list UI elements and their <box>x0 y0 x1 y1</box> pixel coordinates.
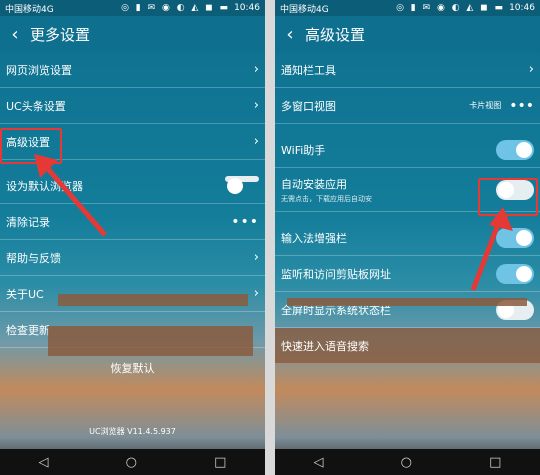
more-dots-icon: ••• <box>509 97 534 114</box>
row-label: 多窗口视图 <box>281 99 336 113</box>
right-phone-screen: 中国移动4G ◎ ▮ ✉ ◉ ◐ ◭ ◼ ▬ 10:46 ‹ 高级设置 通知栏工… <box>275 0 540 475</box>
red-arrow-icon <box>470 207 513 291</box>
settings-row-notification-tools[interactable]: 通知栏工具 › <box>275 52 540 88</box>
header: ‹ 更多设置 <box>0 16 265 52</box>
settings-row-web[interactable]: 网页浏览设置 › <box>0 52 265 88</box>
row-label: 监听和访问剪贴板网址 <box>281 267 391 281</box>
red-arrow-icon <box>34 154 107 237</box>
row-label: 自动安装应用 <box>281 177 347 191</box>
status-bar: 中国移动4G ◎ ▮ ✉ ◉ ◐ ◭ ◼ ▬ 10:46 <box>275 0 540 16</box>
back-arrow-icon[interactable]: ‹ <box>275 24 305 45</box>
version-label: UC浏览器 V11.4.5.937 <box>89 427 176 436</box>
back-nav-icon[interactable]: ◁ <box>314 455 324 470</box>
redaction-bar <box>48 326 253 356</box>
settings-row-wifi-assistant[interactable]: WiFi助手 <box>275 132 540 168</box>
more-dots-icon: ••• <box>231 213 259 230</box>
status-bar: 中国移动4G ◎ ▮ ✉ ◉ ◐ ◭ ◼ ▬ 10:46 <box>0 0 265 16</box>
home-nav-icon[interactable]: ○ <box>401 455 412 470</box>
row-label: 网页浏览设置 <box>6 63 72 77</box>
status-icons: ◎ ▮ ✉ ◉ ◐ ◭ ◼ ▬ <box>121 3 231 13</box>
row-label: UC头条设置 <box>6 99 66 113</box>
chevron-right-icon: › <box>253 62 259 77</box>
chevron-right-icon: › <box>253 134 259 149</box>
settings-row-help[interactable]: 帮助与反馈 › <box>0 240 265 276</box>
home-nav-icon[interactable]: ○ <box>126 455 137 470</box>
row-label: 快速进入语音搜索 <box>281 339 369 353</box>
back-arrow-icon[interactable]: ‹ <box>0 24 30 45</box>
multiwindow-value: 卡片视图 <box>469 101 502 110</box>
recents-nav-icon[interactable]: □ <box>489 455 501 470</box>
row-label: 关于UC <box>6 287 44 301</box>
clock: 10:46 <box>509 3 535 13</box>
left-phone-screen: 中国移动4G ◎ ▮ ✉ ◉ ◐ ◭ ◼ ▬ 10:46 ‹ 更多设置 网页浏览… <box>0 0 265 475</box>
status-icons: ◎ ▮ ✉ ◉ ◐ ◭ ◼ ▬ <box>396 3 506 13</box>
settings-row-voice-search[interactable]: 快速进入语音搜索 <box>275 328 540 364</box>
row-sublabel: 无需点击，下载应用后自动安 <box>281 194 372 203</box>
chevron-right-icon: › <box>528 62 534 77</box>
recents-nav-icon[interactable]: □ <box>214 455 226 470</box>
screenshot: 中国移动4G ◎ ▮ ✉ ◉ ◐ ◭ ◼ ▬ 10:46 ‹ 更多设置 网页浏览… <box>0 0 540 475</box>
chevron-right-icon: › <box>253 286 259 301</box>
redaction-bar <box>287 298 527 306</box>
reset-default-button[interactable]: 恢复默认 <box>0 360 265 376</box>
row-label: 帮助与反馈 <box>6 251 61 265</box>
default-browser-toggle[interactable] <box>225 175 259 194</box>
nav-bar: ◁ ○ □ <box>0 449 265 475</box>
header: ‹ 高级设置 <box>275 16 540 52</box>
row-label: 输入法增强栏 <box>281 231 347 245</box>
settings-row-headline[interactable]: UC头条设置 › <box>0 88 265 124</box>
page-title: 高级设置 <box>305 25 366 44</box>
clock: 10:46 <box>234 3 260 13</box>
nav-bar: ◁ ○ □ <box>275 449 540 475</box>
chevron-right-icon: › <box>253 98 259 113</box>
row-label: 检查更新 <box>6 323 50 337</box>
carrier-label: 中国移动4G <box>280 4 329 15</box>
redaction-bar <box>58 294 248 306</box>
row-label: WiFi助手 <box>281 143 326 157</box>
carrier-label: 中国移动4G <box>5 4 54 15</box>
row-label: 通知栏工具 <box>281 63 336 77</box>
chevron-right-icon: › <box>253 250 259 265</box>
settings-row-multiwindow[interactable]: 多窗口视图 卡片视图 ••• <box>275 88 540 124</box>
page-title: 更多设置 <box>30 25 91 44</box>
back-nav-icon[interactable]: ◁ <box>39 455 49 470</box>
wifi-assistant-toggle[interactable] <box>496 139 534 160</box>
